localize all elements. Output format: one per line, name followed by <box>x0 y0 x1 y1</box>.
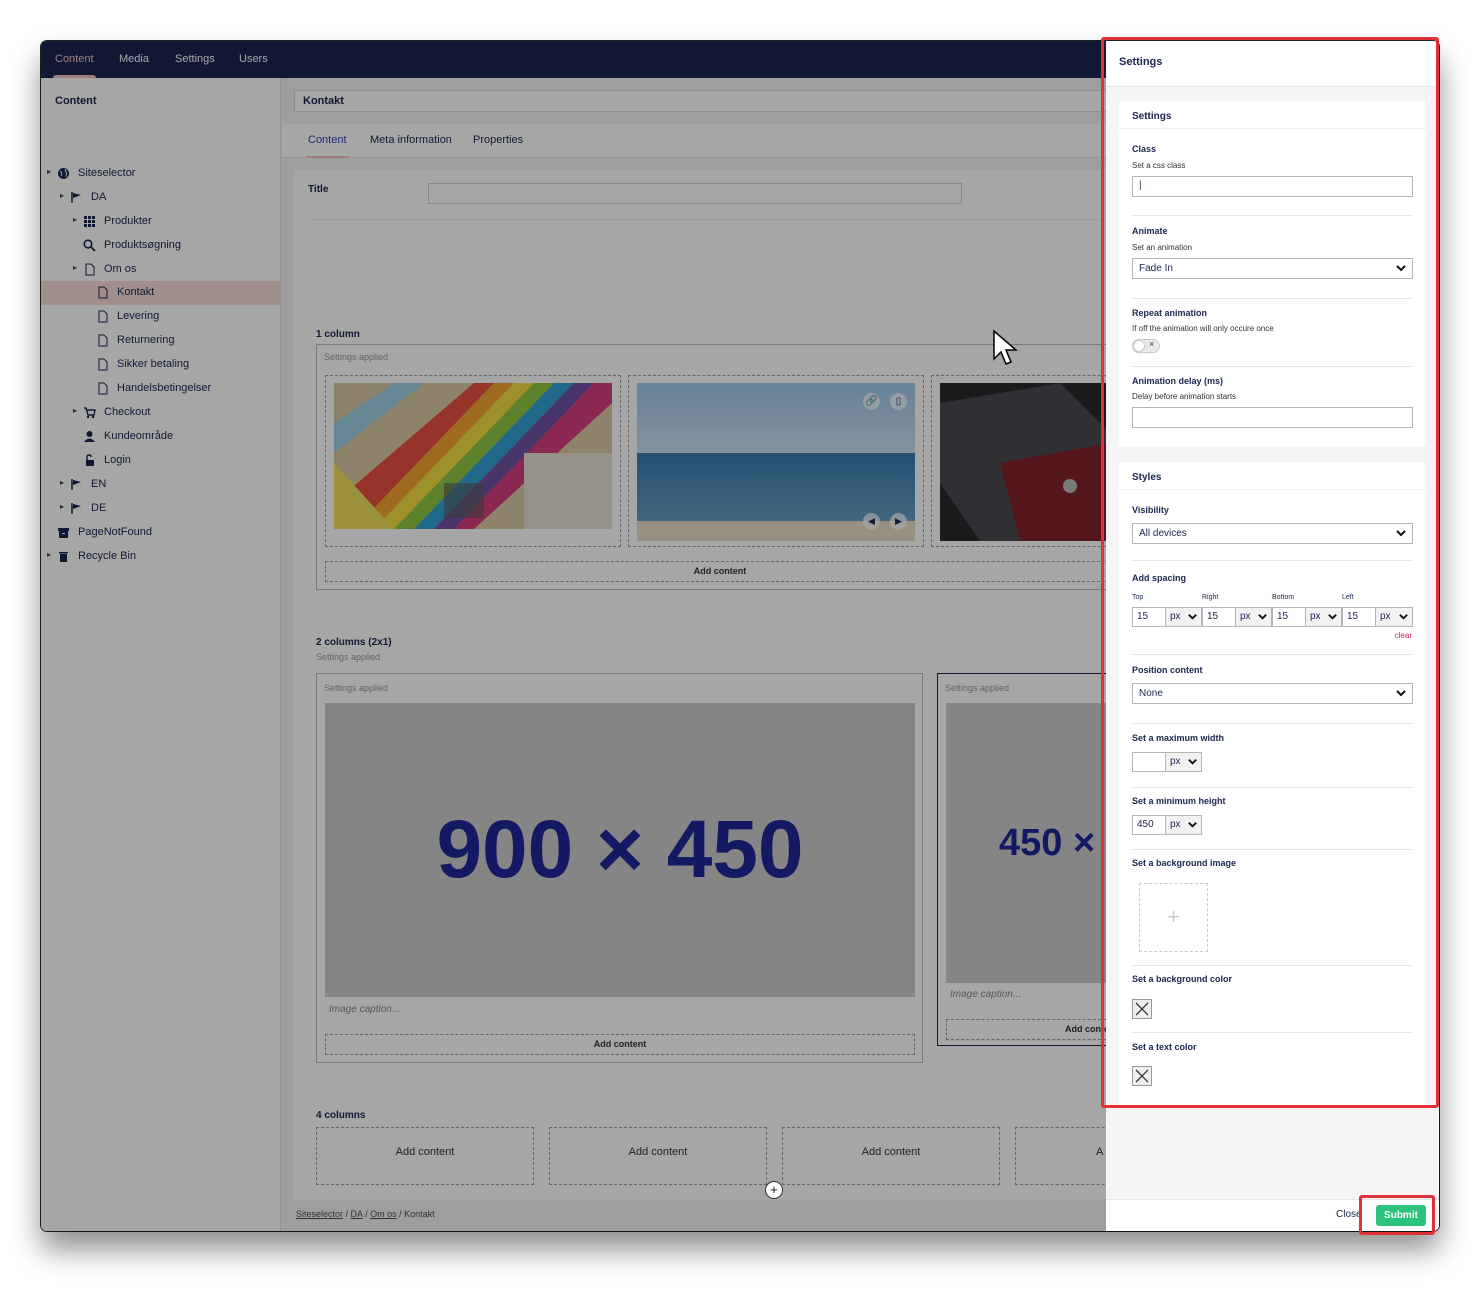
close-button[interactable]: Close <box>1336 1209 1362 1220</box>
highlight-settings-panel <box>1101 37 1439 1108</box>
breadcrumb: Siteselector / DA / Om os / Kontakt <box>296 1209 435 1219</box>
breadcrumb-siteselector[interactable]: Siteselector <box>296 1209 343 1219</box>
breadcrumb-om-os[interactable]: Om os <box>370 1209 397 1219</box>
highlight-submit-button <box>1359 1195 1435 1235</box>
breadcrumb-da[interactable]: DA <box>351 1209 363 1219</box>
mouse-cursor-icon <box>993 329 1018 365</box>
breadcrumb-current: Kontakt <box>404 1209 435 1219</box>
stage: { "topnav": { "tabs": ["Content", "Media… <box>0 0 1480 1305</box>
add-row-button[interactable]: + <box>765 1181 783 1199</box>
modal-backdrop[interactable] <box>41 41 1106 1231</box>
